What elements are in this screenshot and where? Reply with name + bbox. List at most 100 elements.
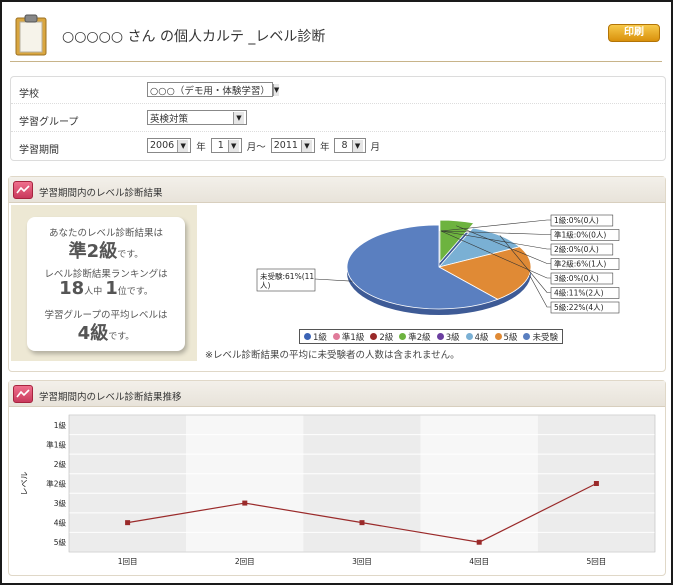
y-tick-label: 2級 xyxy=(54,459,67,469)
level-pie-chart: 1級:0%(0人) 準1級:0%(0人) 2級:0%(0人) 準2級:6%(1人) 3級… xyxy=(256,214,620,315)
to-month-value: 8 xyxy=(341,140,348,151)
pie-callout-label: 準2級:6%(1人) xyxy=(554,259,606,269)
plot-band xyxy=(69,415,187,552)
rank-value: 1 xyxy=(105,278,118,299)
y-axis-label: レベル xyxy=(20,472,29,496)
pie-legend: 1級 準1級 2級 準2級 3級 4級 5級 未受験 xyxy=(299,329,563,344)
result-avg-line: 4級です。 xyxy=(27,319,185,345)
to-year-select[interactable]: 2011 ▼ xyxy=(270,138,315,153)
legend-label: 1級 xyxy=(313,332,327,343)
results-note: ※レベル診断結果の平均に未受験者の人数は含まれません。 xyxy=(205,350,460,361)
x-tick-label: 1回目 xyxy=(118,557,138,566)
trend-panel: 学習期間内のレベル診断結果推移 1級 準1級 2級 準2級 3級 4級 5級 レベル 1回目 2回… xyxy=(8,380,666,576)
group-select-value: 英検対策 xyxy=(150,113,189,125)
to-year-value: 2011 xyxy=(273,140,298,151)
y-tick-label: 4級 xyxy=(54,518,67,528)
chevron-down-icon: ▼ xyxy=(300,139,312,152)
results-panel: 学習期間内のレベル診断結果 あなたのレベル診断結果は 準2級です。 レベル診断結… xyxy=(8,176,666,372)
pie-callout-label: 1級:0%(0人) xyxy=(554,215,599,225)
to-month-select[interactable]: 8 ▼ xyxy=(334,138,366,153)
clipboard-icon xyxy=(15,14,47,56)
x-tick-label: 5回目 xyxy=(587,557,607,566)
avg-level: 4級 xyxy=(77,323,109,344)
chevron-down-icon: ▼ xyxy=(351,139,363,152)
filter-form: 学校 ○○○（デモ用・体験学習） ▼ 学習グループ 英検対策 ▼ 学習期間 20… xyxy=(10,76,666,161)
y-tick-label: 1級 xyxy=(54,420,67,430)
result-card: あなたのレベル診断結果は 準2級です。 レベル診断結果ランキングは 18人中 1… xyxy=(27,217,185,351)
rank-suffix: 位です。 xyxy=(117,287,153,297)
school-select[interactable]: ○○○（デモ用・体験学習） ▼ xyxy=(147,82,280,97)
from-year-value: 2006 xyxy=(150,140,175,151)
y-tick-label: 準2級 xyxy=(46,479,66,489)
legend-label: 準1級 xyxy=(341,332,365,343)
pie-callout: 2級:0%(0人) xyxy=(550,243,614,256)
level-trend-chart: 1級準1級 2級準2級 3級 4級 5級 レベル 1回目 2回目 3回目 4回目 5回目 xyxy=(20,414,656,566)
pie-callout: 3級:0%(0人) xyxy=(550,272,614,285)
series-point xyxy=(593,481,599,486)
legend-label: 未受験 xyxy=(532,332,558,343)
legend-swatch xyxy=(370,333,378,340)
from-year-select[interactable]: 2006 ▼ xyxy=(147,138,192,153)
plot-band xyxy=(303,415,421,552)
legend-swatch xyxy=(494,333,502,340)
from-month-select[interactable]: 1 ▼ xyxy=(210,138,242,153)
pie-callout: 未受験:61%(11人) xyxy=(256,268,316,292)
plot-band xyxy=(420,415,538,552)
group-label: 学習グループ xyxy=(19,117,79,128)
school-row: 学校 ○○○（デモ用・体験学習） ▼ xyxy=(11,77,665,104)
trend-panel-header: 学習期間内のレベル診断結果推移 xyxy=(9,381,665,407)
legend-item: 1級 xyxy=(304,331,327,343)
print-button[interactable]: 印刷 xyxy=(608,24,660,42)
school-select-value: ○○○（デモ用・体験学習） xyxy=(150,85,270,97)
legend-item: 4級 xyxy=(465,331,489,343)
year-unit: 年 xyxy=(196,141,206,153)
pie-callout-label: 4級:11%(2人) xyxy=(554,288,604,298)
callout-line xyxy=(314,278,353,282)
legend-label: 2級 xyxy=(379,332,394,343)
legend-swatch xyxy=(436,333,444,340)
legend-swatch xyxy=(332,333,340,340)
legend-swatch xyxy=(399,333,407,340)
legend-label: 4級 xyxy=(474,332,489,343)
month-range-unit: 月～ xyxy=(246,141,266,153)
legend-item: 3級 xyxy=(436,331,460,343)
pie-callout-label: 未受験:61%(11 xyxy=(260,271,314,281)
result-rank-line: 18人中 1位です。 xyxy=(27,278,185,299)
pie-callout: 準1級:0%(0人) xyxy=(550,229,620,241)
group-select[interactable]: 英検対策 ▼ xyxy=(147,110,247,125)
series-point xyxy=(242,500,248,506)
legend-label: 準2級 xyxy=(408,332,431,343)
chevron-down-icon: ▼ xyxy=(233,111,244,124)
avg-suffix: です。 xyxy=(108,332,135,342)
page-title: ○○○○○ さん の個人カルテ _レベル診断 xyxy=(62,29,326,45)
legend-label: 3級 xyxy=(445,332,460,343)
pie-callout: 4級:11%(2人) xyxy=(550,287,620,299)
pie-callout-label: 準1級:0%(0人) xyxy=(554,230,606,240)
result-level-suffix: です。 xyxy=(117,250,144,260)
to-month-unit: 月 xyxy=(370,141,381,153)
to-year-unit: 年 xyxy=(319,141,330,153)
group-row: 学習グループ 英検対策 ▼ xyxy=(11,105,665,132)
results-panel-header: 学習期間内のレベル診断結果 xyxy=(9,177,665,203)
y-tick-label: 5級 xyxy=(54,537,67,547)
period-label: 学習期間 xyxy=(19,145,59,156)
legend-item: 2級 xyxy=(370,331,393,343)
legend-swatch xyxy=(465,333,473,340)
pie-callout-label: 2級:0%(0人) xyxy=(554,244,599,254)
pie-callout: 準2級:6%(1人) xyxy=(550,258,620,270)
trend-panel-title: 学習期間内のレベル診断結果推移 xyxy=(39,392,182,403)
chevron-down-icon: ▼ xyxy=(227,139,239,152)
legend-item: 5級 xyxy=(494,331,517,343)
legend-swatch xyxy=(523,333,531,340)
pie-callout-label-cont: 人) xyxy=(260,281,270,290)
rank-total: 18 xyxy=(59,278,85,299)
y-tick-label: 準1級 xyxy=(46,439,66,449)
results-panel-title: 学習期間内のレベル診断結果 xyxy=(39,188,163,199)
x-tick-label: 3回目 xyxy=(352,557,372,566)
pie-callout-label: 3級:0%(0人) xyxy=(554,273,599,283)
legend-swatch xyxy=(304,333,311,340)
chart-icon xyxy=(13,385,33,403)
rank-mid: 人中 xyxy=(84,287,103,297)
page-header: ○○○○○ さん の個人カルテ _レベル診断 印刷 xyxy=(10,12,662,62)
chevron-down-icon: ▼ xyxy=(177,139,189,152)
